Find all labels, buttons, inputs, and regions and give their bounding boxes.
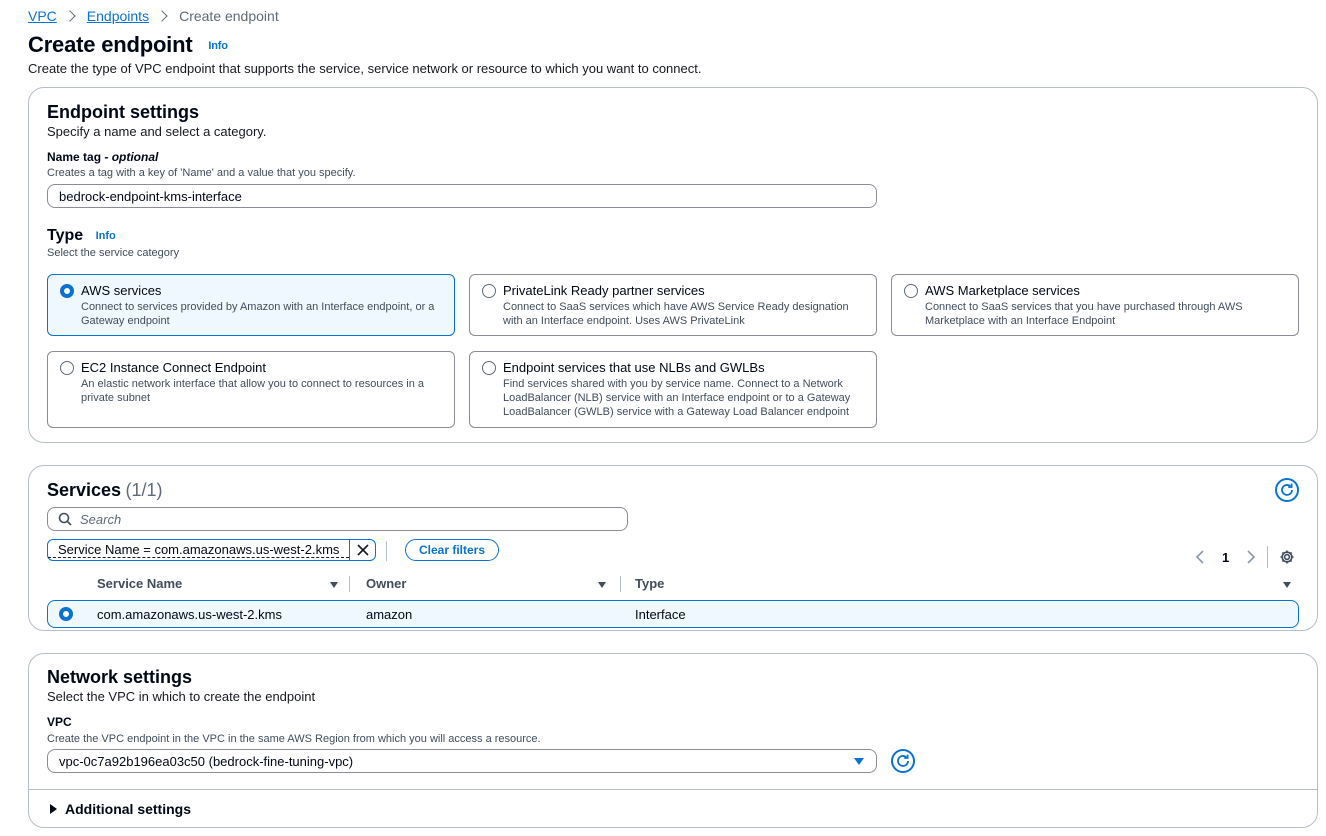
vpc-select-value: vpc-0c7a92b196ea03c50 (bedrock-fine-tuni… — [59, 753, 354, 769]
table-row[interactable]: com.amazonaws.us-west-2.kms amazon Inter… — [47, 600, 1299, 628]
radio-unchecked-icon[interactable] — [482, 361, 496, 375]
filter-token: Service Name = com.amazonaws.us-west-2.k… — [47, 539, 377, 561]
type-option-description: Connect to services provided by Amazon w… — [81, 301, 435, 327]
type-label: Type Info — [47, 227, 116, 245]
endpoint-settings-subtitle: Specify a name and select a category. — [47, 124, 267, 139]
type-option-aws-services[interactable]: AWS services Connect to services provide… — [47, 274, 455, 336]
services-title: Services — [47, 480, 122, 500]
sort-caret-icon[interactable] — [1283, 582, 1291, 588]
type-description: Select the service category — [47, 247, 180, 259]
services-panel: Services (1/1) Search Service Name = com… — [28, 465, 1318, 631]
page-title-text: Create endpoint — [28, 32, 193, 57]
name-tag-label: Name tag - optional — [47, 150, 158, 164]
services-header: Services (1/1) — [47, 480, 163, 501]
vpc-description: Create the VPC endpoint in the VPC in th… — [47, 733, 541, 745]
caret-right-icon — [50, 804, 57, 814]
breadcrumb: VPC Endpoints Create endpoint — [28, 8, 279, 24]
type-option-marketplace[interactable]: AWS Marketplace services Connect to SaaS… — [891, 274, 1299, 336]
type-label-text: Type — [47, 227, 84, 244]
clear-filters-button[interactable]: Clear filters — [405, 539, 500, 561]
vpc-refresh-button[interactable] — [891, 749, 915, 773]
vpc-select[interactable]: vpc-0c7a92b196ea03c50 (bedrock-fine-tuni… — [47, 749, 877, 773]
vpc-label: VPC — [47, 715, 72, 729]
chevron-right-icon — [155, 9, 173, 23]
name-tag-description: Creates a tag with a key of 'Name' and a… — [47, 167, 356, 179]
search-icon — [58, 512, 72, 526]
chevron-right-icon — [1247, 550, 1256, 564]
page-info-link[interactable]: Info — [208, 40, 228, 52]
cell-type: Interface — [635, 607, 686, 622]
network-settings-title: Network settings — [47, 667, 193, 687]
network-settings-panel: Network settings Select the VPC in which… — [28, 653, 1318, 828]
caret-down-icon — [854, 758, 864, 765]
filter-token-text[interactable]: Service Name = com.amazonaws.us-west-2.k… — [48, 542, 350, 558]
type-option-ec2-instance-connect[interactable]: EC2 Instance Connect Endpoint An elastic… — [47, 351, 455, 428]
name-tag-input-value: bedrock-endpoint-kms-interface — [59, 188, 242, 204]
breadcrumb-current: Create endpoint — [179, 8, 279, 24]
refresh-icon — [1281, 483, 1293, 496]
chevron-left-icon — [1195, 550, 1204, 564]
services-count: (1/1) — [125, 480, 163, 500]
chevron-right-icon — [63, 9, 81, 23]
sort-caret-icon[interactable] — [598, 582, 606, 588]
pagination-next-button[interactable] — [1246, 550, 1256, 569]
type-option-title: AWS services — [81, 283, 162, 298]
radio-unchecked-icon[interactable] — [904, 284, 918, 298]
type-info-link[interactable]: Info — [96, 230, 116, 242]
breadcrumb-vpc-link[interactable]: VPC — [28, 8, 57, 24]
table-preferences-button[interactable] — [1279, 549, 1295, 570]
services-search-input[interactable]: Search — [47, 507, 628, 531]
page-title: Create endpoint Info — [28, 32, 228, 58]
name-tag-label-text: Name tag - — [47, 150, 112, 164]
type-option-description: Find services shared with you by service… — [503, 378, 851, 418]
pagination-divider — [1267, 546, 1268, 568]
radio-checked-icon[interactable] — [60, 284, 74, 298]
name-tag-optional: optional — [111, 150, 159, 164]
type-option-title: Endpoint services that use NLBs and GWLB… — [503, 360, 765, 375]
gear-icon — [1280, 550, 1294, 564]
name-tag-input[interactable]: bedrock-endpoint-kms-interface — [47, 184, 877, 208]
column-header-service-name[interactable]: Service Name — [97, 576, 182, 591]
additional-settings-label: Additional settings — [65, 801, 191, 817]
column-divider[interactable] — [349, 576, 350, 592]
refresh-icon — [897, 754, 909, 767]
services-refresh-button[interactable] — [1275, 478, 1299, 502]
type-option-title: PrivateLink Ready partner services — [503, 283, 705, 298]
type-option-privatelink-partner[interactable]: PrivateLink Ready partner services Conne… — [469, 274, 877, 336]
network-settings-subtitle: Select the VPC in which to create the en… — [47, 689, 316, 704]
type-option-title: EC2 Instance Connect Endpoint — [81, 360, 267, 375]
column-divider[interactable] — [620, 576, 621, 592]
endpoint-settings-title: Endpoint settings — [47, 102, 199, 122]
radio-unchecked-icon[interactable] — [60, 361, 74, 375]
close-icon — [357, 544, 369, 556]
type-option-description: An elastic network interface that allow … — [81, 378, 425, 404]
column-header-type[interactable]: Type — [635, 576, 664, 591]
search-placeholder: Search — [80, 511, 122, 527]
cell-service-name: com.amazonaws.us-west-2.kms — [97, 607, 282, 622]
page-description: Create the type of VPC endpoint that sup… — [28, 61, 702, 76]
cell-owner: amazon — [366, 607, 413, 622]
filter-divider — [386, 541, 387, 561]
pagination-page-number[interactable]: 1 — [1222, 550, 1229, 565]
endpoint-settings-panel: Endpoint settings Specify a name and sel… — [28, 87, 1318, 443]
type-option-description: Connect to SaaS services that you have p… — [925, 301, 1243, 327]
type-option-description: Connect to SaaS services which have AWS … — [503, 301, 849, 327]
breadcrumb-endpoints-link[interactable]: Endpoints — [87, 8, 149, 24]
sort-caret-icon[interactable] — [330, 582, 338, 588]
additional-settings-expander[interactable]: Additional settings — [29, 789, 1317, 827]
remove-filter-button[interactable] — [349, 540, 375, 560]
pagination-prev-button[interactable] — [1195, 550, 1205, 569]
type-option-nlb-gwlb[interactable]: Endpoint services that use NLBs and GWLB… — [469, 351, 877, 428]
type-option-title: AWS Marketplace services — [925, 283, 1080, 298]
radio-unchecked-icon[interactable] — [482, 284, 496, 298]
column-header-owner[interactable]: Owner — [366, 576, 406, 591]
radio-checked-icon[interactable] — [59, 607, 73, 621]
